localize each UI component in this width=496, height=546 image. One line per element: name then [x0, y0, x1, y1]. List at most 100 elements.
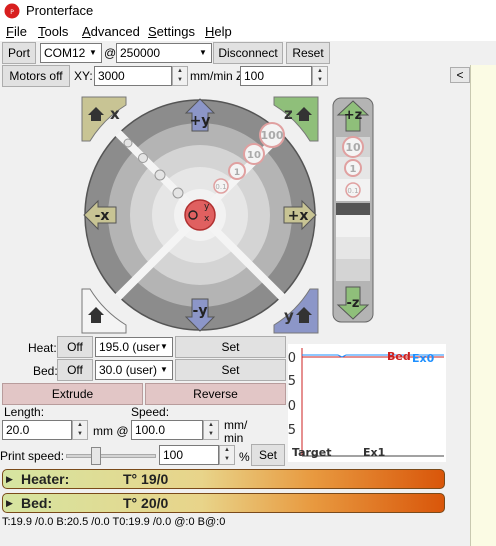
speed-label: Speed:: [131, 405, 170, 419]
xy-label: XY:: [74, 69, 93, 83]
step-badge-01: 0.1: [213, 178, 229, 194]
xy-jog-control[interactable]: x z y +y -y -x +x 100 10 1 0.1 y x: [80, 95, 320, 335]
length-label: Length:: [4, 405, 45, 419]
jog-bead: [123, 138, 133, 148]
svg-text:x: x: [110, 105, 120, 123]
svg-text:z: z: [284, 105, 293, 123]
chevron-down-icon: ▼: [199, 48, 207, 57]
print-speed-slider-thumb[interactable]: [90, 447, 101, 465]
z-jog-control[interactable]: +z -z 10 1 0.1: [332, 97, 374, 323]
z-step-10-down[interactable]: [336, 259, 370, 281]
bed-temp-select[interactable]: 30.0 (user) ▼: [95, 360, 173, 380]
svg-text:+z: +z: [344, 108, 362, 123]
length-input[interactable]: 20.0: [2, 420, 72, 440]
heat-temp-select[interactable]: 195.0 (user ▼: [95, 337, 173, 357]
motors-off-button[interactable]: Motors off: [2, 65, 70, 87]
svg-text:y: y: [284, 307, 294, 325]
print-speed-set-button[interactable]: Set: [251, 444, 285, 466]
svg-text:0.1: 0.1: [215, 183, 226, 191]
speed-unit-1: mm/: [224, 418, 248, 432]
disconnect-button[interactable]: Disconnect: [213, 42, 283, 64]
legend-bed: Bed: [387, 350, 411, 363]
reset-button[interactable]: Reset: [286, 42, 330, 64]
svg-text:10: 10: [345, 141, 361, 154]
legend-ex1: Ex1: [363, 446, 385, 459]
heat-label: Heat:: [28, 341, 57, 355]
bed-off-button[interactable]: Off: [57, 359, 93, 381]
xy-feedrate-input[interactable]: 3000: [94, 66, 172, 86]
menu-advanced[interactable]: Advanced: [82, 24, 140, 39]
jog-center-button[interactable]: y x: [184, 199, 216, 231]
svg-text:0.1: 0.1: [347, 187, 358, 195]
svg-text:-z: -z: [347, 296, 360, 311]
svg-text:+x: +x: [288, 208, 309, 224]
svg-text:+y: +y: [190, 113, 211, 129]
console-log: [470, 65, 496, 546]
legend-ex0: Ex0: [412, 352, 435, 365]
menu-file[interactable]: File: [6, 24, 27, 39]
svg-text:10: 10: [247, 150, 261, 161]
menu-bar: File Tools Advanced Settings Help: [0, 22, 496, 41]
chevron-down-icon: ▼: [89, 48, 97, 57]
print-speed-unit: %: [239, 450, 250, 464]
step-badge-100: 100: [259, 122, 285, 148]
title-bar: P Pronterface: [0, 0, 496, 22]
z-divider: [336, 203, 370, 215]
tick-label: 20: [288, 351, 296, 366]
jog-bead: [138, 153, 148, 163]
menu-help[interactable]: Help: [205, 24, 232, 39]
speed-unit-2: min: [224, 431, 244, 445]
z-step-1-down[interactable]: [336, 237, 370, 259]
gauge-marker-icon: ▶: [6, 474, 13, 484]
step-badge-1: 1: [228, 162, 246, 180]
print-speed-label: Print speed:: [0, 449, 65, 463]
right-panel: <: [450, 65, 496, 546]
menu-settings[interactable]: Settings: [148, 24, 195, 39]
baud-select[interactable]: 250000 ▼: [116, 43, 212, 63]
collapse-panel-button[interactable]: <: [450, 67, 470, 83]
step-badge-10: 10: [243, 143, 265, 165]
z-feedrate-spinner[interactable]: ▲ ▼: [312, 66, 328, 86]
speed-spinner[interactable]: ▲ ▼: [203, 420, 219, 440]
heat-off-button[interactable]: Off: [57, 336, 93, 358]
xy-feedrate-spinner[interactable]: ▲ ▼: [172, 66, 188, 86]
port-select[interactable]: COM12 ▼: [40, 43, 102, 63]
svg-text:-x: -x: [95, 208, 110, 224]
port-button[interactable]: Port: [2, 42, 36, 64]
tick-label: 5: [288, 423, 296, 438]
z-step-01-down[interactable]: [336, 215, 370, 237]
control-panel: Motors off XY: 3000 ▲ ▼ mm/min Z: 100 ▲ ▼ …: [0, 65, 450, 546]
print-speed-input[interactable]: 100: [159, 445, 219, 465]
print-speed-slider-track[interactable]: [66, 454, 156, 458]
reverse-button[interactable]: Reverse: [145, 383, 286, 405]
gauge-marker-icon: ▶: [6, 498, 13, 508]
heat-set-button[interactable]: Set: [175, 336, 286, 358]
tick-label: 10: [288, 399, 296, 414]
z-feedrate-input[interactable]: 100: [240, 66, 312, 86]
menu-tools[interactable]: Tools: [38, 24, 68, 39]
mm-at-label: mm @: [93, 424, 129, 438]
jog-bead: [154, 169, 166, 181]
tick-label: 15: [288, 374, 296, 389]
at-label: @: [104, 46, 117, 60]
bed-label: Bed:: [33, 364, 58, 378]
length-spinner[interactable]: ▲ ▼: [72, 420, 88, 440]
bed-set-button[interactable]: Set: [175, 359, 286, 381]
svg-text:-y: -y: [193, 303, 208, 319]
window-title: Pronterface: [26, 3, 94, 18]
svg-text:100: 100: [261, 129, 284, 142]
legend-target: Target: [292, 446, 332, 459]
speed-input[interactable]: 100.0: [131, 420, 203, 440]
bed-gauge: ▶ Bed: T° 20/0: [2, 493, 445, 513]
svg-text:1: 1: [234, 168, 240, 178]
svg-text:P: P: [10, 9, 14, 16]
svg-text:x: x: [204, 214, 210, 224]
feedrate-unit-label: mm/min Z:: [190, 69, 247, 83]
temperature-graph: 20 15 10 5 Bed Ex0 Target Ex1: [288, 344, 446, 462]
status-line: T:19.9 /0.0 B:20.5 /0.0 T0:19.9 /0.0 @:0…: [2, 516, 226, 528]
print-speed-spinner[interactable]: ▲ ▼: [219, 445, 235, 465]
extrude-button[interactable]: Extrude: [2, 383, 143, 405]
svg-text:y: y: [204, 202, 210, 212]
jog-bead: [172, 187, 184, 199]
svg-text:1: 1: [350, 164, 357, 175]
